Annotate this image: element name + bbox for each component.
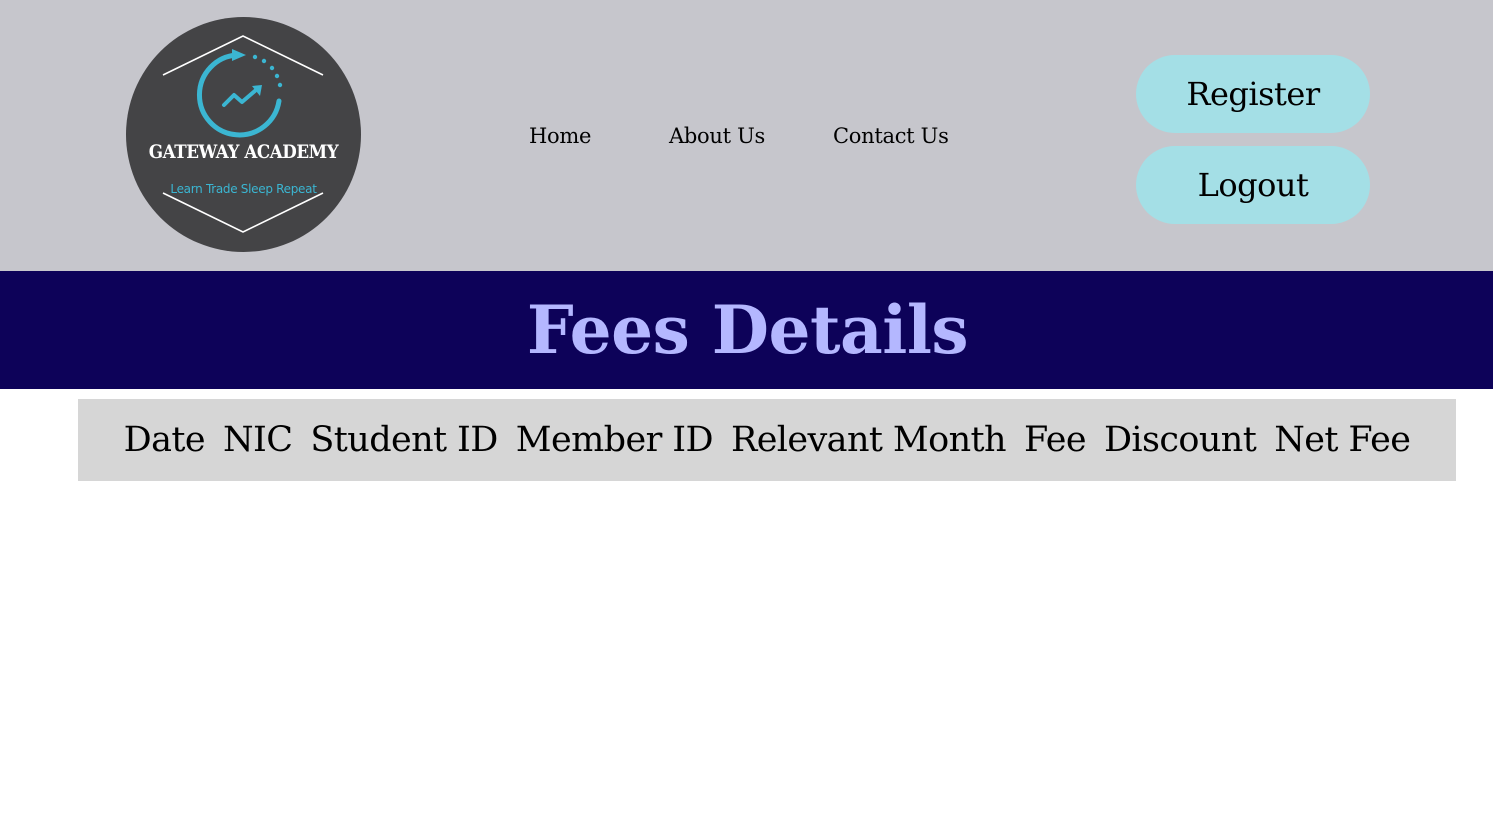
nav-home-link[interactable]: Home [529, 124, 591, 148]
nav-contact-link[interactable]: Contact Us [833, 124, 949, 148]
logo-tagline: Learn Trade Sleep Repeat [170, 182, 317, 196]
logout-button[interactable]: Logout [1136, 146, 1370, 224]
register-button[interactable]: Register [1136, 55, 1370, 133]
fees-table-header: Date NIC Student ID Member ID Relevant M… [78, 399, 1456, 481]
column-header-fee: Fee [1023, 420, 1087, 460]
column-header-nic: NIC [222, 420, 293, 460]
column-header-relevant-month: Relevant Month [730, 420, 1007, 460]
academy-logo[interactable]: GATEWAY ACADEMY Learn Trade Sleep Repeat [126, 17, 361, 252]
column-header-discount: Discount [1103, 420, 1257, 460]
column-header-date: Date [123, 420, 206, 460]
nav-about-link[interactable]: About Us [669, 124, 765, 148]
page-title: Fees Details [526, 291, 969, 369]
column-header-member-id: Member ID [515, 420, 714, 460]
column-header-net-fee: Net Fee [1274, 420, 1411, 460]
column-header-student-id: Student ID [310, 420, 498, 460]
logo-emblem-icon [162, 35, 324, 233]
page-title-banner: Fees Details [0, 271, 1493, 389]
site-header: GATEWAY ACADEMY Learn Trade Sleep Repeat… [0, 0, 1493, 271]
logo-title: GATEWAY ACADEMY [148, 141, 339, 163]
